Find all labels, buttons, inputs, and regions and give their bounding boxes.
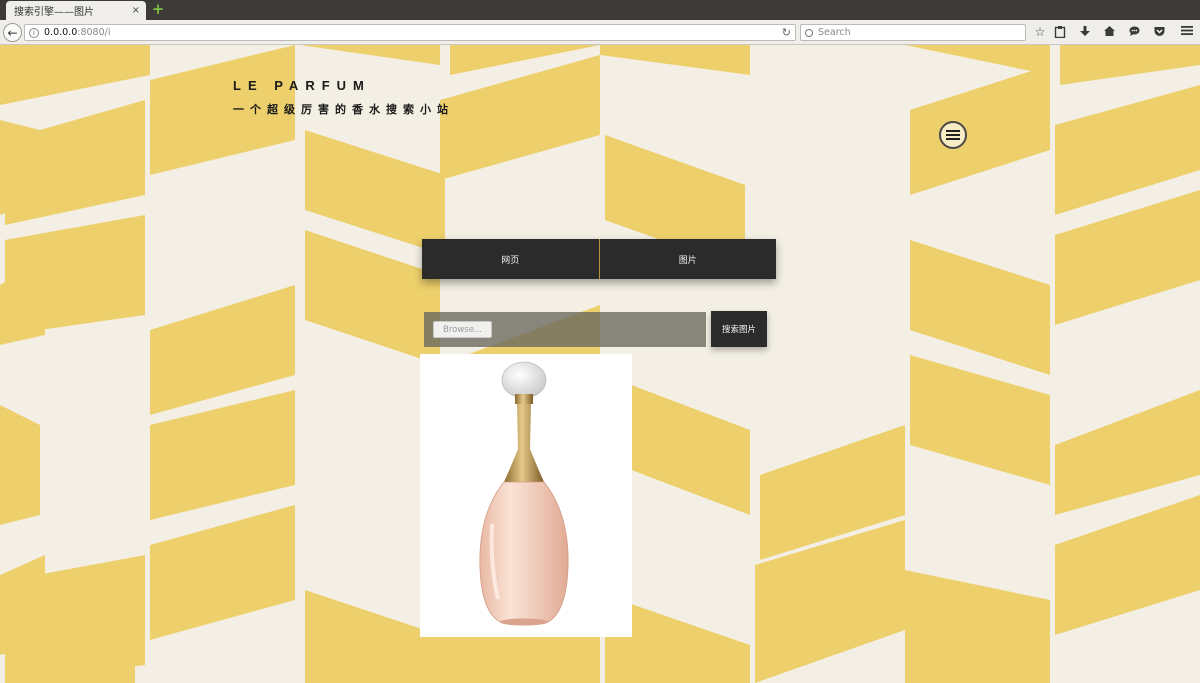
browser-nav-bar: ← i 0.0.0.0:8080/i ↻ Search ☆ — [0, 20, 1200, 45]
pocket-icon[interactable] — [1152, 25, 1166, 39]
url-host: 0.0.0.0 — [44, 27, 78, 38]
back-arrow-icon[interactable]: ← — [3, 23, 22, 42]
clipboard-icon[interactable] — [1053, 25, 1067, 39]
selected-file-name: 145.jpg — [497, 324, 532, 335]
tab-image[interactable]: 图片 — [598, 239, 776, 279]
info-icon[interactable]: i — [29, 27, 39, 38]
search-type-tabs: 网页 图片 — [422, 239, 776, 279]
search-image-button[interactable]: 搜索图片 — [711, 311, 767, 347]
site-subtitle: 一个超级厉害的香水搜索小站 — [233, 104, 454, 116]
browser-search-input[interactable]: Search — [800, 24, 1026, 41]
uploaded-image-preview — [420, 354, 632, 637]
browser-tab-bar: 搜索引擎——图片 × + — [0, 0, 1200, 20]
browse-button[interactable]: Browse... — [433, 321, 493, 338]
search-placeholder: Search — [818, 27, 851, 38]
brand-block: LE PARFUM 一个超级厉害的香水搜索小站 — [233, 78, 454, 117]
perfume-bottle-image — [479, 361, 569, 626]
menu-icon[interactable] — [1180, 25, 1194, 39]
file-upload-field[interactable]: Browse... 145.jpg — [424, 312, 706, 347]
chat-icon[interactable] — [1127, 25, 1141, 39]
tab-title: 搜索引擎——图片 — [14, 7, 94, 18]
url-bar[interactable]: i 0.0.0.0:8080/i ↻ — [24, 24, 796, 41]
browser-tab[interactable]: 搜索引擎——图片 × — [6, 1, 146, 20]
search-icon — [805, 28, 813, 37]
home-icon[interactable] — [1102, 25, 1116, 39]
download-icon[interactable] — [1078, 25, 1092, 39]
new-tab-icon[interactable]: + — [151, 2, 165, 17]
url-path: :8080/i — [77, 27, 111, 38]
page-content: LE PARFUM 一个超级厉害的香水搜索小站 网页 图片 Browse... … — [0, 45, 1200, 683]
site-title: LE PARFUM — [233, 78, 371, 93]
bookmark-star-icon[interactable]: ☆ — [1033, 25, 1047, 39]
close-icon[interactable]: × — [132, 5, 140, 16]
hamburger-menu-icon[interactable] — [939, 121, 967, 149]
tab-webpage[interactable]: 网页 — [422, 239, 599, 279]
reload-icon[interactable]: ↻ — [782, 26, 791, 39]
